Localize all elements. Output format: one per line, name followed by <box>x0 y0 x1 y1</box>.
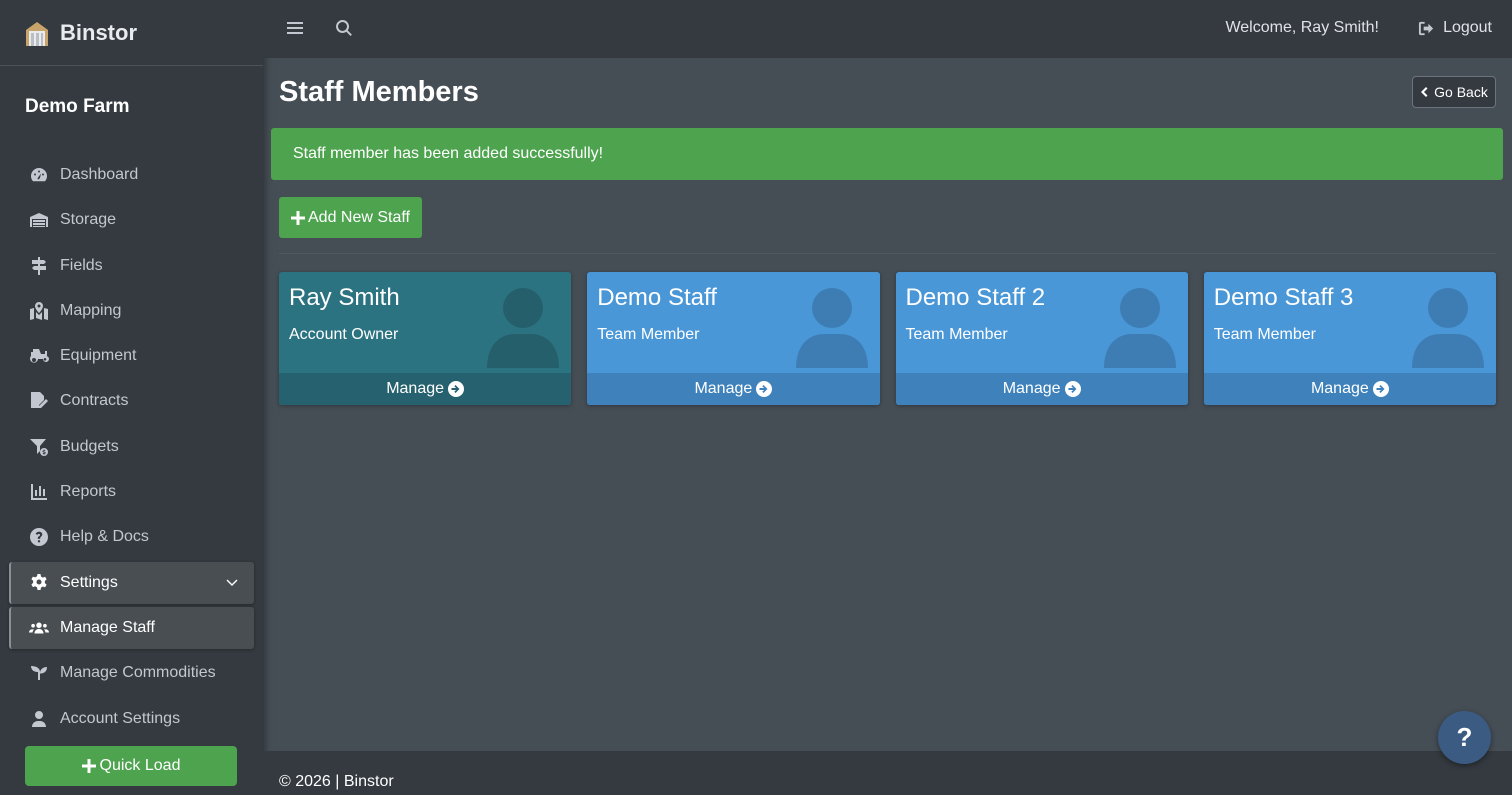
welcome-message: Welcome, Ray Smith! <box>1225 19 1379 36</box>
barn-silo-icon <box>22 18 52 48</box>
sidebar-item-label: Budgets <box>60 437 119 455</box>
plus-icon <box>81 759 96 773</box>
success-alert: Staff member has been added successfully… <box>271 128 1503 180</box>
staff-card: Demo Staff 2 Team Member Manage <box>895 272 1188 405</box>
staff-card-list: Ray Smith Account Owner Manage Demo Staf… <box>279 272 1496 405</box>
question-circle-icon <box>27 527 51 547</box>
sidebar-item-label: Dashboard <box>60 166 139 183</box>
staff-name: Demo Staff <box>597 284 717 311</box>
sign-out-icon <box>1419 21 1434 35</box>
sidebar-item-label: Manage Staff <box>60 618 155 636</box>
user-icon <box>27 709 51 729</box>
quick-load-label: Quick Load <box>99 757 181 774</box>
brand[interactable]: Binstor <box>0 0 263 66</box>
manage-staff-button[interactable]: Manage <box>279 373 572 405</box>
add-new-staff-label: Add New Staff <box>308 208 410 226</box>
sidebar-item-manage-commodities[interactable]: Manage Commodities <box>9 652 254 694</box>
manage-staff-button[interactable]: Manage <box>587 373 880 405</box>
page-title: Staff Members <box>279 76 479 108</box>
sidebar-item-label: Equipment <box>60 347 137 365</box>
plus-icon <box>291 210 305 225</box>
hamburger-menu-icon[interactable] <box>286 19 304 37</box>
staff-name: Demo Staff 2 <box>905 284 1046 311</box>
sidebar-item-reports[interactable]: Reports <box>9 471 254 513</box>
staff-name: Ray Smith <box>289 284 400 311</box>
seedling-icon <box>27 663 51 683</box>
search-icon[interactable] <box>335 19 353 37</box>
go-back-button[interactable]: Go Back <box>1412 76 1496 108</box>
arrow-circle-right-icon <box>1064 381 1081 397</box>
tachometer-icon <box>27 165 51 185</box>
brand-name: Binstor <box>60 19 137 45</box>
file-signature-icon <box>27 391 51 411</box>
users-icon <box>27 618 51 638</box>
manage-label: Manage <box>694 380 753 397</box>
sidebar-item-storage[interactable]: Storage <box>9 199 254 241</box>
sidebar-item-label: Mapping <box>60 301 122 319</box>
sidebar-item-label: Manage Commodities <box>60 664 216 682</box>
gear-icon <box>27 573 51 593</box>
sidebar-item-help-docs[interactable]: Help & Docs <box>9 516 254 558</box>
manage-staff-button[interactable]: Manage <box>895 373 1188 405</box>
footer: © 2026 | Binstor <box>263 751 1512 795</box>
sidebar-item-budgets[interactable]: Budgets <box>9 426 254 468</box>
arrow-circle-right-icon <box>1372 381 1389 397</box>
sidebar-item-equipment[interactable]: Equipment <box>9 335 254 377</box>
add-new-staff-button[interactable]: Add New Staff <box>279 197 422 238</box>
staff-role: Team Member <box>905 326 1008 343</box>
manage-staff-button[interactable]: Manage <box>1203 373 1496 405</box>
sidebar-nav: Dashboard Storage Fields Mapping Equipme… <box>0 154 263 740</box>
sidebar-item-mapping[interactable]: Mapping <box>9 290 254 332</box>
manage-label: Manage <box>386 380 445 397</box>
sidebar-item-account-settings[interactable]: Account Settings <box>9 698 254 740</box>
staff-card: Demo Staff 3 Team Member Manage <box>1203 272 1496 405</box>
staff-role: Team Member <box>597 326 700 343</box>
staff-role: Team Member <box>1213 326 1316 343</box>
question-icon: ? <box>1456 722 1473 752</box>
arrow-circle-right-icon <box>448 381 465 397</box>
sidebar-item-label: Settings <box>60 573 118 591</box>
staff-name: Demo Staff 3 <box>1213 284 1354 311</box>
chevron-left-icon <box>1421 87 1428 97</box>
sidebar: Binstor Demo Farm Dashboard Storage Fiel… <box>0 0 263 795</box>
staff-role: Account Owner <box>289 326 399 343</box>
chevron-down-icon <box>226 575 238 587</box>
manage-label: Manage <box>1002 380 1061 397</box>
sidebar-item-label: Help & Docs <box>60 528 149 546</box>
sidebar-item-label: Storage <box>60 211 117 229</box>
sidebar-item-label: Contracts <box>60 392 129 410</box>
funnel-dollar-icon <box>27 437 51 457</box>
help-button[interactable]: ? <box>1438 711 1491 764</box>
go-back-label: Go Back <box>1434 84 1488 100</box>
user-avatar-icon <box>795 288 868 368</box>
sidebar-item-settings[interactable]: Settings <box>9 561 254 604</box>
tractor-icon <box>27 346 51 366</box>
staff-card: Demo Staff Team Member Manage <box>587 272 880 405</box>
signpost-icon <box>27 256 51 276</box>
staff-card: Ray Smith Account Owner Manage <box>279 272 572 405</box>
divider <box>279 253 1496 254</box>
map-marked-icon <box>27 301 51 321</box>
user-avatar-icon <box>487 288 560 368</box>
sidebar-item-dashboard[interactable]: Dashboard <box>9 154 254 196</box>
sidebar-item-manage-staff[interactable]: Manage Staff <box>9 606 254 649</box>
sidebar-item-label: Reports <box>60 483 117 501</box>
farm-name: Demo Farm <box>25 96 130 117</box>
chart-bar-icon <box>27 482 51 502</box>
manage-label: Manage <box>1310 380 1369 397</box>
sidebar-item-contracts[interactable]: Contracts <box>9 380 254 422</box>
arrow-circle-right-icon <box>756 381 773 397</box>
sidebar-item-label: Fields <box>60 256 103 274</box>
user-avatar-icon <box>1103 288 1176 368</box>
quick-load-button[interactable]: Quick Load <box>25 746 237 786</box>
top-navbar: Welcome, Ray Smith! Logout <box>263 0 1512 58</box>
logout-button[interactable]: Logout <box>1418 19 1492 37</box>
user-avatar-icon <box>1412 288 1484 368</box>
sidebar-item-label: Account Settings <box>60 709 181 727</box>
footer-copyright: © 2026 | Binstor <box>279 773 394 790</box>
sidebar-item-fields[interactable]: Fields <box>9 245 254 287</box>
logout-label: Logout <box>1443 19 1492 36</box>
warehouse-icon <box>27 210 51 230</box>
